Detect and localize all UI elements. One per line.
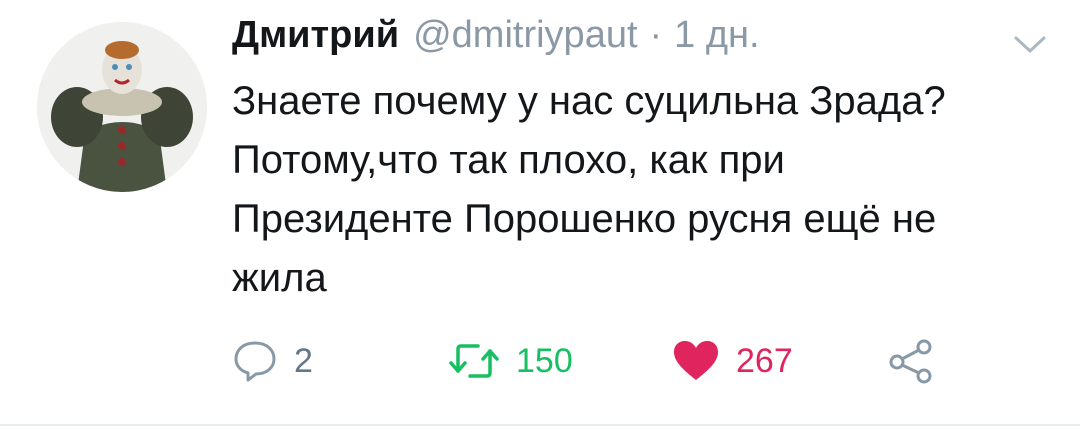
author-name[interactable]: Дмитрий xyxy=(232,14,399,57)
chevron-down-icon[interactable] xyxy=(1010,30,1050,58)
tweet-text-line: Потому,что так плохо, как при xyxy=(232,138,785,182)
like-button[interactable]: 267 xyxy=(672,336,793,386)
tweet-text-line: жила xyxy=(232,256,327,300)
tweet-time[interactable]: 1 дн. xyxy=(674,14,759,57)
tweet-header: Дмитрий @dmitriypaut · 1 дн. xyxy=(232,14,760,66)
heart-icon xyxy=(674,341,718,380)
avatar[interactable] xyxy=(37,22,207,192)
author-handle[interactable]: @dmitriypaut xyxy=(413,14,637,57)
tweet-card[interactable]: Дмитрий @dmitriypaut · 1 дн. Знаете поче… xyxy=(0,0,1080,430)
divider xyxy=(0,424,1080,426)
retweet-icon xyxy=(449,344,499,378)
retweet-count: 150 xyxy=(516,341,573,380)
reply-button[interactable]: 2 xyxy=(232,336,313,386)
avatar-image xyxy=(37,22,207,192)
reply-bubble-icon xyxy=(234,341,276,382)
header-separator: · xyxy=(649,14,663,56)
like-count: 267 xyxy=(736,341,793,380)
share-button[interactable] xyxy=(887,336,937,386)
tweet-text: Знаете почему у нас суцильна Зрада? Пото… xyxy=(232,72,1052,308)
tweet-text-line: Знаете почему у нас суцильна Зрада? xyxy=(232,79,946,123)
tweet-text-line: Президенте Порошенко русня ещё не xyxy=(232,197,937,241)
retweet-button[interactable]: 150 xyxy=(448,336,573,386)
reply-count: 2 xyxy=(294,341,313,380)
share-icon xyxy=(889,339,932,384)
tweet-actions: 2 150 267 xyxy=(232,336,992,386)
